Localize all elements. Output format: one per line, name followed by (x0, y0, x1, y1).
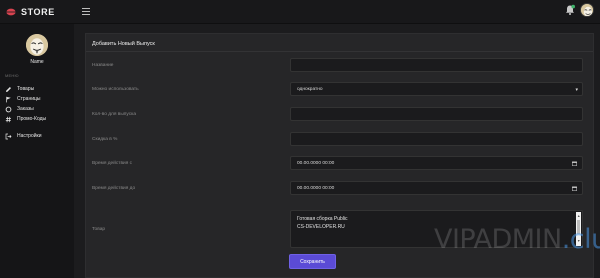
usage-select[interactable]: однократно ▾ (290, 82, 583, 96)
sidebar-item-pages[interactable]: Страницы (0, 94, 74, 104)
sidebar-menu: Товары Страницы Заказы Промо-Коды Настро… (0, 84, 74, 141)
start-time-label: Время действия с (92, 161, 133, 166)
sidebar-item-settings[interactable]: Настройки (0, 131, 74, 141)
sidebar-item-products[interactable]: Товары (0, 84, 74, 94)
bell-icon[interactable] (564, 4, 576, 16)
menu-section-label: МЕНЮ (5, 73, 19, 78)
watermark: VIPADMIN.club (434, 224, 600, 255)
save-button[interactable]: Сохранить (289, 254, 336, 269)
end-time-label: Время действия до (92, 186, 136, 191)
brand-name: STORE (21, 7, 55, 17)
calendar-icon[interactable] (572, 161, 577, 166)
divider (86, 51, 593, 52)
end-time-value: 00.00.0000 00:00 (297, 185, 335, 191)
calendar-icon[interactable] (572, 186, 577, 191)
store-logo-icon (6, 8, 16, 16)
user-name: Name (30, 59, 44, 65)
start-time-field[interactable]: 00.00.0000 00:00 (290, 156, 583, 170)
hash-icon (5, 116, 12, 123)
start-time-value: 00.00.0000 00:00 (297, 160, 335, 166)
discount-label: Скидка в % (92, 137, 118, 142)
flag-icon (5, 96, 12, 103)
count-field[interactable] (290, 107, 583, 121)
product-option[interactable]: Готовая сборка Public (297, 216, 576, 224)
sidebar-item-orders[interactable]: Заказы (0, 104, 74, 114)
sidebar-item-label: Товары (17, 86, 35, 92)
sidebar: Name МЕНЮ Товары Страницы Заказы Промо-К… (0, 24, 74, 278)
sidebar-item-label: Заказы (17, 106, 34, 112)
brand[interactable]: STORE (6, 5, 55, 19)
product-label: Товар (92, 227, 106, 232)
sidebar-item-label: Страницы (17, 96, 41, 102)
circle-icon (5, 106, 12, 113)
top-bar: STORE (0, 0, 600, 24)
end-time-field[interactable]: 00.00.0000 00:00 (290, 181, 583, 195)
mask-avatar-icon (581, 4, 593, 16)
caret-down-icon: ▾ (575, 87, 578, 93)
name-field[interactable] (290, 58, 583, 72)
sidebar-avatar[interactable] (26, 34, 48, 56)
usage-label: Можно использовать (92, 87, 139, 92)
discount-field[interactable] (290, 132, 583, 146)
sidebar-item-promo-codes[interactable]: Промо-Коды (0, 114, 74, 124)
watermark-main: VIPADMIN (434, 224, 562, 255)
sidebar-item-label: Промо-Коды (17, 116, 47, 122)
avatar[interactable] (580, 3, 594, 17)
sidebar-item-label: Настройки (17, 133, 42, 139)
name-label: Название (92, 63, 114, 68)
watermark-accent: .club (561, 224, 600, 255)
mask-avatar-icon (26, 34, 48, 56)
top-right-actions (564, 3, 594, 17)
usage-select-value: однократно (297, 86, 323, 92)
logout-icon (5, 133, 12, 140)
form-title: Добавить Новый Выпуск (92, 41, 155, 47)
menu-icon[interactable] (82, 8, 90, 15)
pencil-icon (5, 86, 12, 93)
count-label: Кол-во для выпуска (92, 112, 136, 117)
